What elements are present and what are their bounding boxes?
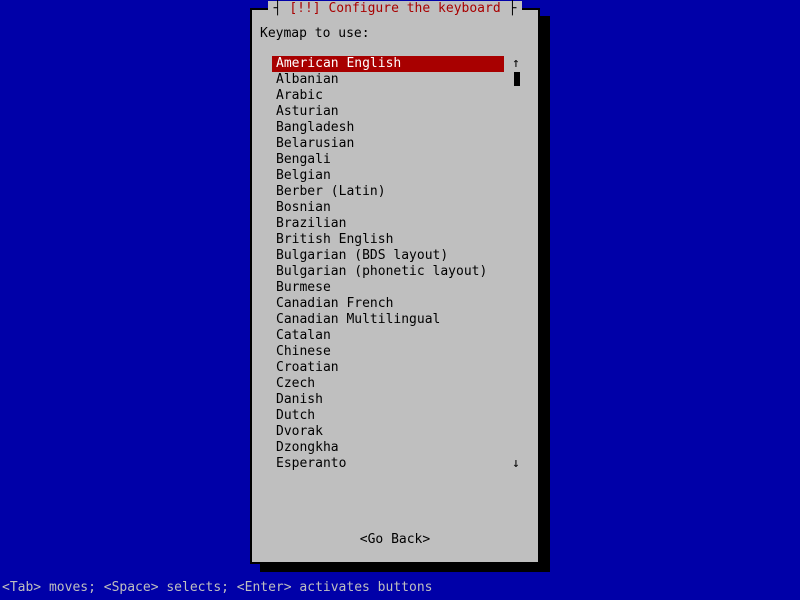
keymap-option[interactable]: Czech	[272, 376, 504, 392]
keymap-option[interactable]: Catalan	[272, 328, 504, 344]
keymap-list[interactable]: American EnglishAlbanianArabicAsturianBa…	[272, 56, 504, 472]
keymap-option[interactable]: Arabic	[272, 88, 504, 104]
installer-screen: ┤ [!!] Configure the keyboard ├ Keymap t…	[0, 0, 800, 600]
prompt-label: Keymap to use:	[260, 26, 370, 42]
keymap-option[interactable]: Bosnian	[272, 200, 504, 216]
title-bang: [!!]	[289, 1, 320, 16]
scroll-up-icon[interactable]: ↑	[512, 56, 520, 72]
keymap-option[interactable]: Croatian	[272, 360, 504, 376]
keymap-option[interactable]: Belarusian	[272, 136, 504, 152]
keymap-option[interactable]: Bulgarian (phonetic layout)	[272, 264, 504, 280]
title-text: Configure the keyboard	[321, 1, 501, 16]
go-back-button[interactable]: <Go Back>	[252, 532, 538, 548]
dialog-title: ┤ [!!] Configure the keyboard ├	[252, 1, 538, 17]
title-bracket-left: ┤	[274, 1, 290, 16]
keymap-option[interactable]: Dzongkha	[272, 440, 504, 456]
keymap-option[interactable]: Albanian	[272, 72, 504, 88]
keymap-option[interactable]: American English	[272, 56, 504, 72]
keymap-option[interactable]: Bangladesh	[272, 120, 504, 136]
keymap-option[interactable]: Berber (Latin)	[272, 184, 504, 200]
keymap-option[interactable]: Esperanto	[272, 456, 504, 472]
scroll-thumb[interactable]	[514, 72, 520, 86]
title-bracket-right: ├	[501, 1, 517, 16]
keymap-option[interactable]: Bulgarian (BDS layout)	[272, 248, 504, 264]
scroll-down-icon[interactable]: ↓	[512, 456, 520, 472]
keymap-option[interactable]: Asturian	[272, 104, 504, 120]
keymap-option[interactable]: Belgian	[272, 168, 504, 184]
keymap-option[interactable]: Burmese	[272, 280, 504, 296]
keymap-option[interactable]: British English	[272, 232, 504, 248]
keymap-option[interactable]: Chinese	[272, 344, 504, 360]
keymap-option[interactable]: Canadian French	[272, 296, 504, 312]
keyboard-config-dialog: ┤ [!!] Configure the keyboard ├ Keymap t…	[250, 8, 540, 564]
hint-bar: <Tab> moves; <Space> selects; <Enter> ac…	[0, 580, 800, 596]
keymap-option[interactable]: Dvorak	[272, 424, 504, 440]
keymap-option[interactable]: Bengali	[272, 152, 504, 168]
keymap-option[interactable]: Dutch	[272, 408, 504, 424]
keymap-option[interactable]: Brazilian	[272, 216, 504, 232]
keymap-option[interactable]: Danish	[272, 392, 504, 408]
keymap-option[interactable]: Canadian Multilingual	[272, 312, 504, 328]
